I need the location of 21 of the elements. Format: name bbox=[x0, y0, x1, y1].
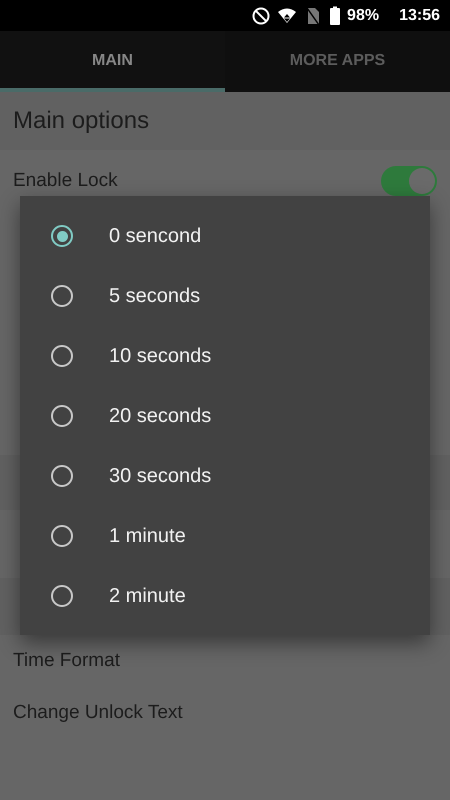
radio-button[interactable] bbox=[51, 405, 73, 427]
section-title: Main options bbox=[13, 107, 150, 135]
radio-button[interactable] bbox=[51, 585, 73, 607]
radio-option[interactable]: 20 seconds bbox=[20, 386, 430, 446]
radio-option[interactable]: 5 seconds bbox=[20, 266, 430, 326]
radio-button[interactable] bbox=[51, 525, 73, 547]
radio-button[interactable] bbox=[51, 465, 73, 487]
toggle-switch[interactable] bbox=[381, 166, 437, 196]
wifi-icon bbox=[277, 6, 298, 26]
radio-option[interactable]: 0 sencond bbox=[20, 206, 430, 266]
clock: 13:56 bbox=[399, 6, 440, 24]
radio-button[interactable] bbox=[51, 285, 73, 307]
do-not-disturb-icon bbox=[251, 6, 272, 26]
battery-icon bbox=[329, 6, 342, 26]
radio-button[interactable] bbox=[51, 225, 73, 247]
radio-option[interactable]: 1 minute bbox=[20, 506, 430, 566]
radio-option[interactable]: 2 minute bbox=[20, 566, 430, 626]
battery-percent: 98% bbox=[347, 6, 380, 24]
radio-option[interactable]: 10 seconds bbox=[20, 326, 430, 386]
radio-button[interactable] bbox=[51, 345, 73, 367]
radio-option[interactable]: 30 seconds bbox=[20, 446, 430, 506]
